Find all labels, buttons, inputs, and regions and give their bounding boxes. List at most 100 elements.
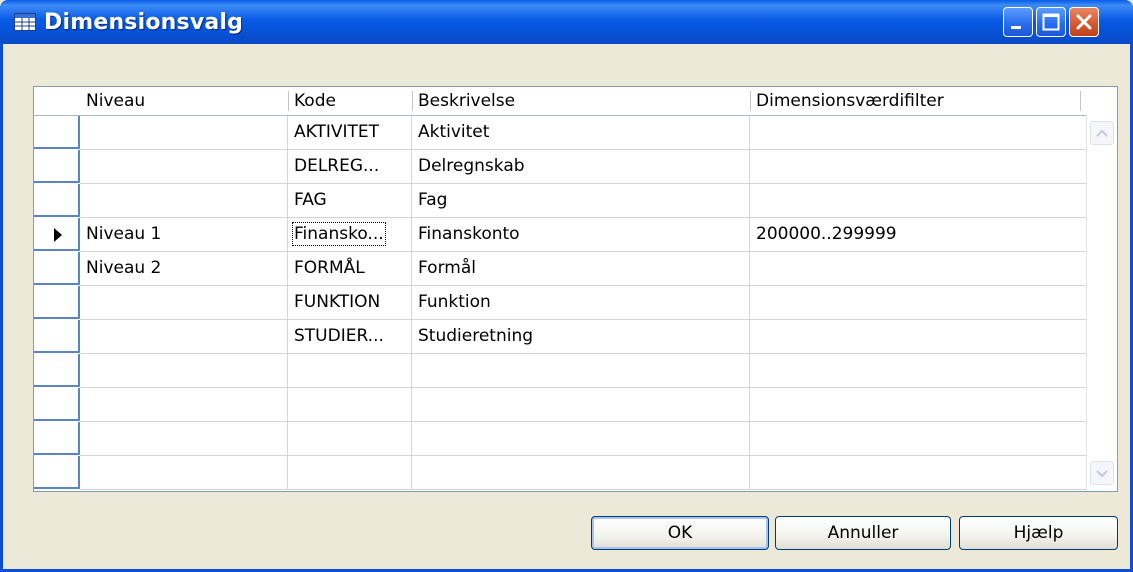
grid-header: Niveau Kode Beskrivelse Dimensionsværdif… [34, 87, 1117, 116]
row-selector[interactable] [34, 218, 80, 251]
cell-filter[interactable] [750, 422, 1088, 456]
cell-niveau[interactable] [80, 354, 288, 388]
cell-kode-text: AKTIVITET [294, 122, 380, 142]
column-divider[interactable] [1080, 91, 1081, 111]
cell-niveau[interactable]: Niveau 2 [80, 252, 288, 286]
cell-kode[interactable]: FORMÅL [288, 252, 412, 286]
row-selector[interactable] [34, 286, 80, 319]
cell-niveau[interactable] [80, 116, 288, 150]
cell-filter[interactable] [750, 252, 1088, 286]
cell-beskrivelse[interactable]: Aktivitet [412, 116, 750, 150]
table-row[interactable] [34, 354, 1117, 388]
cell-beskrivelse[interactable]: Studieretning [412, 320, 750, 354]
table-row[interactable]: FUNKTION Funktion [34, 286, 1117, 320]
cell-niveau[interactable] [80, 320, 288, 354]
cell-niveau[interactable] [80, 456, 288, 490]
ok-button[interactable]: OK [591, 516, 769, 550]
cell-kode[interactable] [288, 422, 412, 456]
row-selector[interactable] [34, 388, 80, 421]
cell-niveau-text: Niveau 1 [86, 224, 162, 244]
table-row[interactable]: STUDIER... Studieretning [34, 320, 1117, 354]
title-bar[interactable]: Dimensionsvalg [0, 0, 1133, 44]
column-header-kode[interactable]: Kode [288, 87, 412, 115]
table-row[interactable]: AKTIVITET Aktivitet [34, 116, 1117, 150]
cell-beskrivelse[interactable] [412, 354, 750, 388]
table-row[interactable]: Niveau 1 Finansko... Finanskonto 200000..29… [34, 218, 1117, 252]
cell-beskrivelse[interactable]: Funktion [412, 286, 750, 320]
cell-filter[interactable] [750, 286, 1088, 320]
cell-kode-text: Finansko... [292, 222, 386, 246]
table-row[interactable]: DELREG... Delregnskab [34, 150, 1117, 184]
minimize-icon [1011, 26, 1021, 29]
cell-filter[interactable] [750, 150, 1088, 184]
row-selector[interactable] [34, 150, 80, 183]
cell-beskrivelse-text: Delregnskab [418, 156, 525, 176]
cell-kode[interactable]: STUDIER... [288, 320, 412, 354]
cell-filter[interactable] [750, 116, 1088, 150]
cell-kode[interactable]: FAG [288, 184, 412, 218]
cell-filter[interactable] [750, 456, 1088, 490]
help-button[interactable]: Hjælp [959, 516, 1118, 550]
cell-niveau-text: Niveau 2 [86, 258, 162, 278]
cell-filter[interactable] [750, 184, 1088, 218]
row-selector[interactable] [34, 184, 80, 217]
cell-niveau[interactable] [80, 286, 288, 320]
column-header-filter[interactable]: Dimensionsværdifilter [750, 87, 1080, 115]
cell-kode[interactable]: DELREG... [288, 150, 412, 184]
cell-beskrivelse-text: Fag [418, 190, 448, 210]
dialog-window: Dimensionsvalg Niveau Kode Beskrivelse D… [0, 0, 1133, 572]
cell-filter[interactable] [750, 388, 1088, 422]
maximize-button[interactable] [1036, 7, 1066, 37]
cell-beskrivelse[interactable]: Delregnskab [412, 150, 750, 184]
window-title: Dimensionsvalg [44, 9, 244, 35]
cell-beskrivelse-text: Funktion [418, 292, 491, 312]
scroll-down-button[interactable] [1090, 461, 1114, 485]
column-header-niveau[interactable]: Niveau [80, 87, 288, 115]
table-icon [14, 13, 36, 31]
cell-niveau[interactable] [80, 150, 288, 184]
cell-kode-text: FUNKTION [294, 292, 381, 312]
cell-kode[interactable]: AKTIVITET [288, 116, 412, 150]
chevron-up-icon [1096, 129, 1108, 137]
cell-kode[interactable]: Finansko... [288, 218, 412, 252]
cell-kode[interactable]: FUNKTION [288, 286, 412, 320]
cell-niveau[interactable]: Niveau 1 [80, 218, 288, 252]
cell-filter-text: 200000..299999 [756, 224, 897, 244]
table-row[interactable] [34, 388, 1117, 422]
column-header-beskrivelse[interactable]: Beskrivelse [412, 87, 750, 115]
close-button[interactable] [1069, 7, 1099, 37]
row-selector[interactable] [34, 456, 80, 489]
row-selector[interactable] [34, 354, 80, 387]
cell-kode[interactable] [288, 456, 412, 490]
cell-beskrivelse[interactable] [412, 456, 750, 490]
scroll-up-button[interactable] [1090, 121, 1114, 145]
cell-beskrivelse-text: Finanskonto [418, 224, 520, 244]
vertical-scrollbar[interactable] [1086, 115, 1117, 491]
table-row[interactable]: Niveau 2 FORMÅL Formål [34, 252, 1117, 286]
cancel-button[interactable]: Annuller [775, 516, 951, 550]
cell-beskrivelse[interactable]: Fag [412, 184, 750, 218]
cell-beskrivelse[interactable] [412, 422, 750, 456]
row-selector[interactable] [34, 422, 80, 455]
cell-beskrivelse[interactable]: Formål [412, 252, 750, 286]
row-selector[interactable] [34, 320, 80, 353]
cell-beskrivelse[interactable] [412, 388, 750, 422]
dimension-grid[interactable]: Niveau Kode Beskrivelse Dimensionsværdif… [33, 86, 1118, 492]
cell-kode[interactable] [288, 388, 412, 422]
row-selector[interactable] [34, 116, 80, 149]
cell-filter[interactable]: 200000..299999 [750, 218, 1088, 252]
minimize-button[interactable] [1003, 7, 1033, 37]
cell-beskrivelse-text: Aktivitet [418, 122, 490, 142]
cell-niveau[interactable] [80, 184, 288, 218]
table-row[interactable]: FAG Fag [34, 184, 1117, 218]
cell-niveau[interactable] [80, 422, 288, 456]
cell-niveau[interactable] [80, 388, 288, 422]
table-row[interactable] [34, 422, 1117, 456]
chevron-down-icon [1096, 470, 1108, 478]
cell-filter[interactable] [750, 320, 1088, 354]
row-selector[interactable] [34, 252, 80, 285]
cell-beskrivelse[interactable]: Finanskonto [412, 218, 750, 252]
table-row[interactable] [34, 456, 1117, 490]
cell-kode[interactable] [288, 354, 412, 388]
cell-filter[interactable] [750, 354, 1088, 388]
